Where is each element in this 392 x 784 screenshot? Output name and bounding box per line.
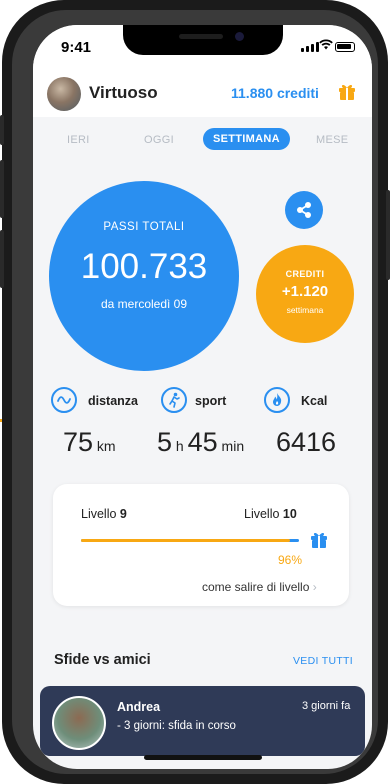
steps-value: 100.733	[80, 247, 208, 286]
current-level-number: 9	[119, 507, 127, 521]
front-camera	[235, 32, 244, 41]
volume-up-button	[0, 160, 4, 218]
status-time: 9:41	[61, 39, 92, 56]
how-to-level-up-link[interactable]: come salire di livello ›	[202, 580, 317, 594]
distance-number: 75	[63, 427, 94, 457]
see-all-link[interactable]: VEDI TUTTI	[293, 655, 353, 667]
gift-icon[interactable]	[337, 81, 357, 101]
distance-unit: km	[93, 438, 116, 454]
level-gift-icon[interactable]	[309, 529, 329, 549]
power-button	[386, 190, 390, 280]
level-progress-fill	[81, 539, 291, 542]
battery-icon	[335, 42, 355, 52]
sport-hours: 5	[157, 427, 173, 457]
challenge-time: 3 giorni fa	[302, 700, 351, 712]
challenge-card[interactable]: Andrea 3 giorni fa - 3 giorni: sfida in …	[40, 686, 365, 756]
challenge-status: - 3 giorni: sfida in corso	[117, 720, 236, 732]
volume-down-button	[0, 230, 4, 288]
chevron-right-icon: ›	[312, 580, 317, 594]
stat-sport-value: 5 h 45 min	[157, 427, 244, 458]
sport-minutes: 45	[187, 427, 218, 457]
username: Virtuoso	[89, 83, 158, 102]
wave-icon	[51, 387, 77, 413]
kcal-number: 6416	[276, 427, 337, 457]
stat-distance-title: distanza	[88, 394, 139, 408]
challenges-title: Sfide vs amici	[54, 652, 151, 668]
share-button[interactable]	[285, 191, 323, 229]
credits-period: settimana	[286, 305, 324, 315]
running-icon	[161, 387, 187, 413]
steps-since: da mercoledì 09	[100, 297, 188, 311]
sport-hours-unit: h	[172, 438, 188, 454]
next-level-number: 10	[282, 507, 297, 521]
wifi-icon	[319, 39, 333, 53]
tab-settimana[interactable]: SETTIMANA	[203, 128, 290, 150]
app-header: Virtuoso 11.880 crediti	[33, 69, 372, 117]
level-card: Livello 9 Livello 10 96% come salire di …	[53, 484, 349, 606]
stat-sport-title: sport	[195, 394, 227, 408]
current-level: Livello 9	[81, 507, 127, 521]
period-tabs: IERI OGGI SETTIMANA MESE	[33, 121, 372, 161]
speaker	[179, 34, 223, 39]
app-screen: 9:41 Virtuoso 11.880 crediti IERI OGGI S…	[33, 25, 372, 769]
level-percent: 96%	[278, 553, 303, 567]
tab-mese[interactable]: MESE	[316, 134, 348, 146]
home-indicator	[144, 755, 262, 760]
flame-icon	[264, 387, 290, 413]
level-progress-bar	[81, 539, 299, 542]
user-avatar[interactable]	[47, 77, 81, 111]
stat-kcal-value: 6416	[276, 427, 336, 458]
weekly-credits-circle: CREDITI +1.120 settimana	[256, 245, 354, 343]
friend-name: Andrea	[117, 700, 161, 714]
stat-kcal-title: Kcal	[301, 394, 328, 408]
friend-avatar	[52, 696, 106, 750]
mute-switch	[0, 115, 4, 145]
current-level-label: Livello	[81, 507, 120, 521]
total-steps-circle: PASSI TOTALI 100.733 da mercoledì 09	[49, 181, 239, 371]
tab-oggi[interactable]: OGGI	[144, 134, 174, 146]
credits-label: CREDITI	[285, 269, 325, 279]
stat-distance-value: 75 km	[63, 427, 116, 458]
credits-value: +1.120	[281, 283, 329, 300]
credits-balance[interactable]: 11.880 crediti	[231, 85, 319, 101]
tab-ieri[interactable]: IERI	[67, 134, 90, 146]
steps-label: PASSI TOTALI	[103, 221, 185, 233]
how-to-level-up-label: come salire di livello	[202, 580, 310, 594]
share-icon	[297, 202, 311, 218]
sport-minutes-unit: min	[217, 438, 245, 454]
signal-icon	[301, 42, 319, 52]
next-level: Livello 10	[244, 507, 297, 521]
next-level-label: Livello	[244, 507, 283, 521]
notch	[123, 25, 283, 55]
